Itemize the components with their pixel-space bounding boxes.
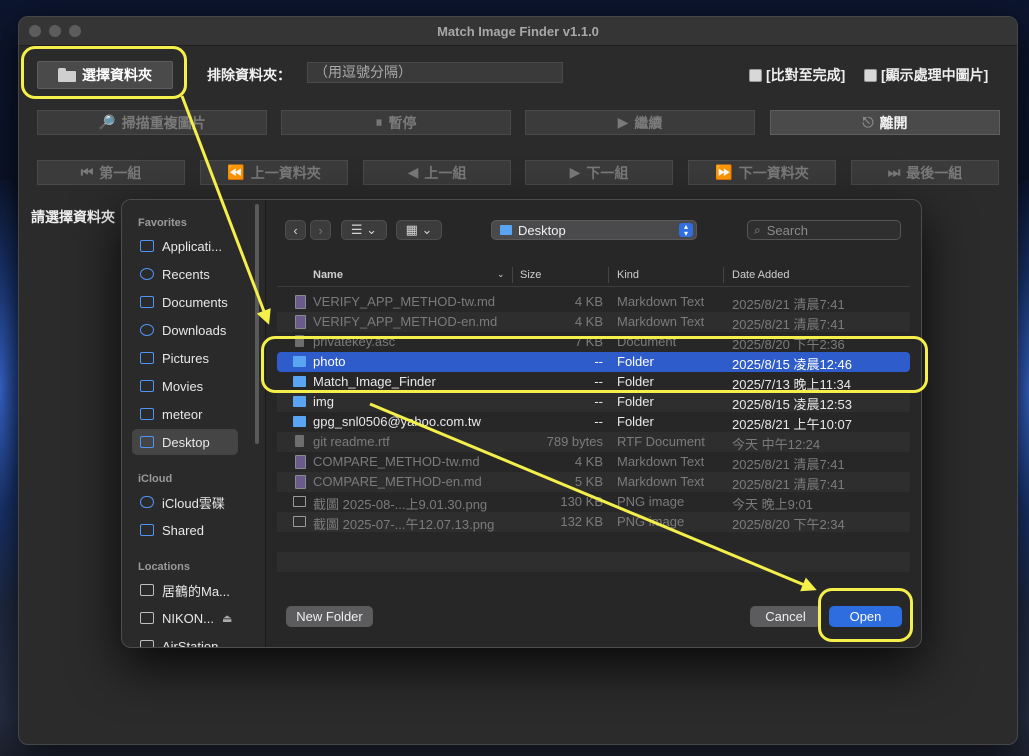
arrow-to-photo-row <box>180 95 271 325</box>
arrow-to-open-button <box>369 402 817 592</box>
annotation-arrows <box>180 95 817 592</box>
